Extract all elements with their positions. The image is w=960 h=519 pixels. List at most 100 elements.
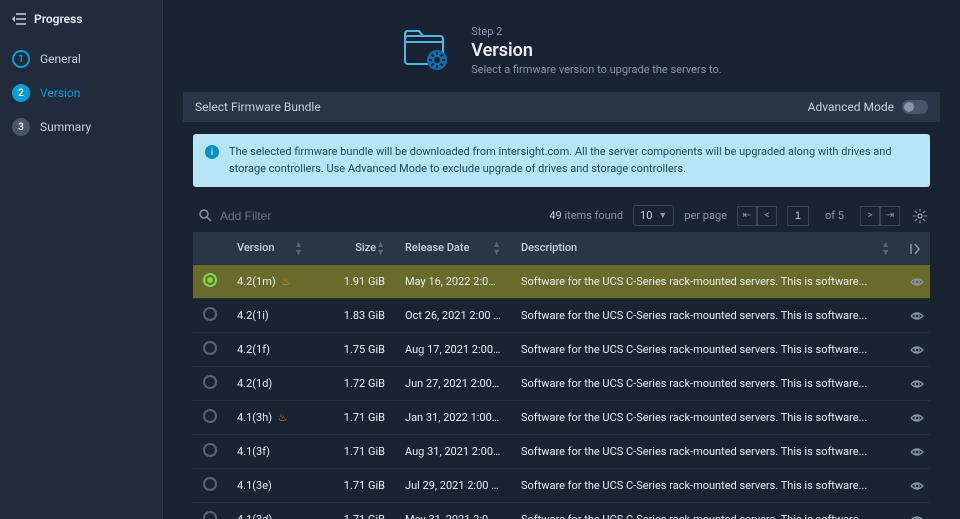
page-total: of 5 bbox=[825, 209, 844, 222]
advanced-mode-toggle[interactable] bbox=[902, 100, 928, 114]
section-title: Select Firmware Bundle bbox=[195, 100, 321, 114]
cell-date: Oct 26, 2021 2:00 AM bbox=[395, 299, 511, 333]
table-row[interactable]: 4.2(1d) 1.72 GiBJun 27, 2021 2:00 AMSoftw… bbox=[193, 367, 930, 401]
cell-date: Aug 17, 2021 2:00 AM bbox=[395, 333, 511, 367]
step-summary[interactable]: 3 Summary bbox=[0, 110, 162, 144]
cell-description: Software for the UCS C-Series rack-mount… bbox=[511, 401, 900, 435]
table-row[interactable]: 4.2(1i)1.83 GiBOct 26, 2021 2:00 AMSoftw… bbox=[193, 299, 930, 333]
step-label: Summary bbox=[40, 120, 91, 134]
firmware-table: Version▲▼ Size▲▼ Release Date▲▼ Descript… bbox=[193, 233, 930, 519]
cell-description: Software for the UCS C-Series rack-mount… bbox=[511, 469, 900, 503]
table-row[interactable]: 4.1(3d)1.71 GiBMay 31, 2021 2:00 AMSoftw… bbox=[193, 503, 930, 519]
flame-icon: ♨ bbox=[281, 275, 291, 288]
col-version[interactable]: Version▲▼ bbox=[227, 233, 313, 265]
cell-version: 4.2(1m) bbox=[237, 275, 276, 288]
chevron-down-icon: ▼ bbox=[658, 210, 667, 221]
flame-icon: ♨ bbox=[278, 411, 288, 424]
cell-date: Jul 29, 2021 2:00 AM bbox=[395, 469, 511, 503]
cell-version: 4.1(3d) bbox=[237, 513, 272, 519]
filter-input[interactable] bbox=[220, 209, 340, 223]
cell-size: 1.91 GiB bbox=[313, 265, 395, 299]
sidebar-title: Progress bbox=[34, 12, 82, 26]
page-next-button[interactable]: > bbox=[860, 206, 880, 226]
cell-version: 4.2(1d) bbox=[237, 377, 272, 390]
step-bullet: 3 bbox=[12, 118, 30, 136]
folder-gear-icon bbox=[401, 26, 453, 74]
cell-date: Jan 31, 2022 1:00 AM bbox=[395, 401, 511, 435]
cell-date: Aug 31, 2021 2:00 AM bbox=[395, 435, 511, 469]
cell-size: 1.72 GiB bbox=[313, 367, 395, 401]
step-label: Version bbox=[40, 86, 80, 100]
items-found: 49 items found bbox=[549, 209, 623, 222]
cell-description: Software for the UCS C-Series rack-mount… bbox=[511, 367, 900, 401]
filter-search[interactable] bbox=[193, 209, 340, 223]
step-version[interactable]: 2 Version bbox=[0, 76, 162, 110]
cell-version: 4.1(3h) bbox=[237, 411, 272, 424]
cell-version: 4.2(1f) bbox=[237, 343, 270, 356]
step-label: General bbox=[40, 52, 81, 66]
step-eyebrow: Step 2 bbox=[471, 25, 721, 38]
page-title: Version bbox=[471, 40, 721, 61]
page-number-input[interactable] bbox=[787, 206, 809, 226]
row-radio[interactable] bbox=[203, 341, 217, 355]
step-bullet: 1 bbox=[12, 50, 30, 68]
page-first-button[interactable]: ⇤ bbox=[737, 206, 757, 226]
per-page-label: per page bbox=[684, 209, 727, 222]
info-text: The selected firmware bundle will be dow… bbox=[229, 144, 918, 177]
row-radio[interactable] bbox=[203, 443, 217, 457]
col-actions-icon[interactable] bbox=[900, 233, 930, 265]
page-subtitle: Select a firmware version to upgrade the… bbox=[471, 63, 721, 76]
view-icon[interactable] bbox=[910, 447, 920, 457]
cell-version: 4.1(3f) bbox=[237, 445, 270, 458]
col-release[interactable]: Release Date▲▼ bbox=[395, 233, 511, 265]
row-radio[interactable] bbox=[203, 477, 217, 491]
col-size[interactable]: Size▲▼ bbox=[313, 233, 395, 265]
row-radio[interactable] bbox=[203, 307, 217, 321]
wizard-hero: Step 2 Version Select a firmware version… bbox=[163, 0, 960, 88]
table-row[interactable]: 4.2(1m) ♨ 1.91 GiBMay 16, 2022 2:00 AMSof… bbox=[193, 265, 930, 299]
cell-date: Jun 27, 2021 2:00 AM bbox=[395, 367, 511, 401]
cell-date: May 31, 2021 2:00 AM bbox=[395, 503, 511, 519]
page-last-button[interactable]: ⇥ bbox=[880, 206, 900, 226]
step-bullet: 2 bbox=[12, 84, 30, 102]
cell-size: 1.71 GiB bbox=[313, 435, 395, 469]
search-icon bbox=[199, 209, 212, 222]
info-icon: i bbox=[205, 145, 219, 159]
table-row[interactable]: 4.1(3f) 1.71 GiBAug 31, 2021 2:00 AMSoftw… bbox=[193, 435, 930, 469]
info-banner: i The selected firmware bundle will be d… bbox=[193, 134, 930, 187]
table-row[interactable]: 4.1(3e) 1.71 GiBJul 29, 2021 2:00 AMSoftw… bbox=[193, 469, 930, 503]
row-radio[interactable] bbox=[203, 273, 217, 287]
cell-date: May 16, 2022 2:00 AM bbox=[395, 265, 511, 299]
page-prev-button[interactable]: < bbox=[757, 206, 777, 226]
cell-size: 1.75 GiB bbox=[313, 333, 395, 367]
cell-size: 1.71 GiB bbox=[313, 503, 395, 519]
page-size-select[interactable]: 10 ▼ bbox=[633, 205, 674, 226]
cell-version: 4.2(1i) bbox=[237, 309, 269, 322]
view-icon[interactable] bbox=[910, 277, 920, 287]
step-general[interactable]: 1 General bbox=[0, 42, 162, 76]
collapse-icon[interactable] bbox=[12, 12, 26, 26]
row-radio[interactable] bbox=[203, 511, 217, 519]
cell-version: 4.1(3e) bbox=[237, 479, 272, 492]
view-icon[interactable] bbox=[910, 413, 920, 423]
view-icon[interactable] bbox=[910, 481, 920, 491]
table-row[interactable]: 4.2(1f) 1.75 GiBAug 17, 2021 2:00 AMSoftw… bbox=[193, 333, 930, 367]
cell-description: Software for the UCS C-Series rack-mount… bbox=[511, 435, 900, 469]
col-description[interactable]: Description▲▼ bbox=[511, 233, 900, 265]
view-icon[interactable] bbox=[910, 379, 920, 389]
table-row[interactable]: 4.1(3h) ♨ 1.71 GiBJan 31, 2022 1:00 AMSof… bbox=[193, 401, 930, 435]
cell-description: Software for the UCS C-Series rack-mount… bbox=[511, 333, 900, 367]
table-settings-button[interactable] bbox=[910, 206, 930, 226]
advanced-mode-label: Advanced Mode bbox=[808, 100, 894, 114]
view-icon[interactable] bbox=[910, 311, 920, 321]
view-icon[interactable] bbox=[910, 515, 920, 519]
progress-sidebar: Progress 1 General 2 Version 3 Summary bbox=[0, 0, 163, 519]
row-radio[interactable] bbox=[203, 409, 217, 423]
cell-description: Software for the UCS C-Series rack-mount… bbox=[511, 265, 900, 299]
cell-size: 1.71 GiB bbox=[313, 401, 395, 435]
section-header: Select Firmware Bundle Advanced Mode bbox=[183, 92, 940, 122]
row-radio[interactable] bbox=[203, 375, 217, 389]
view-icon[interactable] bbox=[910, 345, 920, 355]
cell-size: 1.83 GiB bbox=[313, 299, 395, 333]
cell-size: 1.71 GiB bbox=[313, 469, 395, 503]
